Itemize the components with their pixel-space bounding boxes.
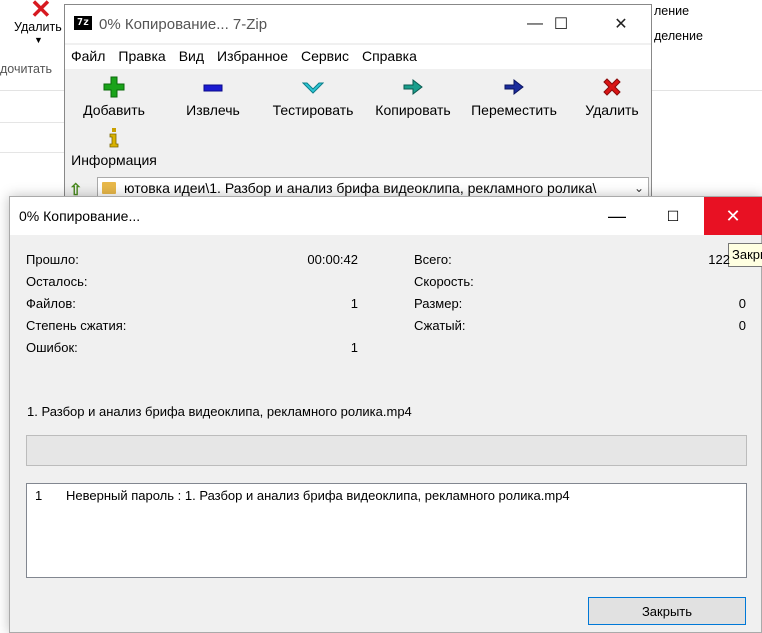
ribbon-right-label-1[interactable]: ление: [654, 4, 689, 18]
errors-value: 1: [350, 340, 358, 355]
folder-icon: [102, 182, 116, 194]
delete-button[interactable]: Удалить: [581, 76, 643, 118]
progress-bar: [26, 435, 747, 466]
close-tooltip: Закрыть: [728, 243, 762, 267]
7zip-logo-icon: 7z: [74, 16, 92, 30]
info-button[interactable]: Информация: [67, 126, 161, 168]
move-arrow-icon: [467, 76, 561, 100]
test-button[interactable]: Тестировать: [268, 76, 358, 118]
extract-label: Извлечь: [186, 102, 240, 118]
ribbon-group-label: дочитать: [0, 62, 52, 76]
remaining-label: Осталось:: [26, 274, 88, 289]
size-value: 0: [738, 296, 746, 311]
files-label: Файлов:: [26, 296, 76, 311]
ribbon-right-label-2[interactable]: деление: [654, 29, 703, 43]
copy-label: Копировать: [375, 102, 451, 118]
elapsed-value: 00:00:42: [307, 252, 358, 267]
info-icon: [67, 126, 161, 150]
delete-label: Удалить: [585, 102, 639, 118]
menu-help[interactable]: Справка: [356, 45, 424, 69]
minimize-icon[interactable]: —: [594, 197, 640, 235]
window-title: 0% Копирование... 7-Zip: [99, 16, 268, 33]
files-value: 1: [350, 296, 358, 311]
toolbar: Добавить Извлечь Тестировать Копировать …: [65, 69, 651, 175]
delete-x-icon: [581, 76, 643, 100]
copy-arrow-icon: [370, 76, 456, 100]
speed-label: Скорость:: [414, 274, 474, 289]
log-number: 1: [35, 488, 43, 503]
chevron-down-icon[interactable]: ⌄: [634, 181, 644, 195]
test-label: Тестировать: [272, 102, 354, 118]
chevron-down-icon[interactable]: ▼: [34, 35, 43, 45]
ribbon-delete-label[interactable]: Удалить: [14, 20, 62, 34]
copy-button[interactable]: Копировать: [370, 76, 456, 118]
elapsed-label: Прошло:: [26, 252, 79, 267]
current-file-name: 1. Разбор и анализ брифа видеоклипа, рек…: [27, 404, 412, 419]
menu-favorites[interactable]: Избранное: [211, 45, 295, 69]
maximize-icon[interactable]: ☐: [538, 11, 584, 37]
log-text: Неверный пароль : 1. Разбор и анализ бри…: [66, 488, 570, 503]
list-item[interactable]: 1 Неверный пароль : 1. Разбор и анализ бр…: [35, 488, 570, 503]
menu-tools[interactable]: Сервис: [295, 45, 356, 69]
close-icon[interactable]: ✕: [598, 11, 644, 37]
close-button[interactable]: Закрыть: [588, 597, 746, 625]
move-label: Переместить: [471, 102, 557, 118]
dialog-title-bar[interactable]: 0% Копирование... — ☐ ✕: [10, 197, 762, 235]
menu-view[interactable]: Вид: [173, 45, 211, 69]
packed-value: 0: [738, 318, 746, 333]
add-button[interactable]: Добавить: [79, 76, 149, 118]
divider: [0, 152, 64, 153]
add-label: Добавить: [83, 102, 145, 118]
address-path: ютовка идеи\1. Разбор и анализ брифа вид…: [124, 180, 597, 196]
packed-label: Сжатый:: [414, 318, 466, 333]
move-button[interactable]: Переместить: [467, 76, 561, 118]
minus-icon: [181, 76, 245, 100]
plus-icon: [79, 76, 149, 100]
extract-button[interactable]: Извлечь: [181, 76, 245, 118]
size-label: Размер:: [414, 296, 463, 311]
ratio-label: Степень сжатия:: [26, 318, 127, 333]
menu-edit[interactable]: Правка: [112, 45, 172, 69]
7zip-window: 7z 0% Копирование... 7-Zip — ☐ ✕ Файл Пр…: [64, 4, 652, 204]
info-label: Информация: [71, 152, 157, 168]
check-icon: [268, 76, 358, 100]
title-bar[interactable]: 7z 0% Копирование... 7-Zip — ☐ ✕: [65, 5, 651, 43]
dialog-title: 0% Копирование...: [19, 208, 141, 224]
total-value: 122: [708, 252, 730, 267]
menu-bar: Файл Правка Вид Избранное Сервис Справка: [65, 45, 651, 69]
errors-label: Ошибок:: [26, 340, 78, 355]
divider: [0, 122, 64, 123]
menu-file[interactable]: Файл: [65, 45, 112, 69]
maximize-icon[interactable]: ☐: [650, 197, 696, 235]
error-log[interactable]: 1 Неверный пароль : 1. Разбор и анализ бр…: [26, 483, 747, 578]
progress-dialog: 0% Копирование... — ☐ ✕ Закрыть Прошло: …: [9, 196, 762, 633]
close-icon[interactable]: ✕: [704, 197, 762, 235]
total-label: Всего:: [414, 252, 452, 267]
